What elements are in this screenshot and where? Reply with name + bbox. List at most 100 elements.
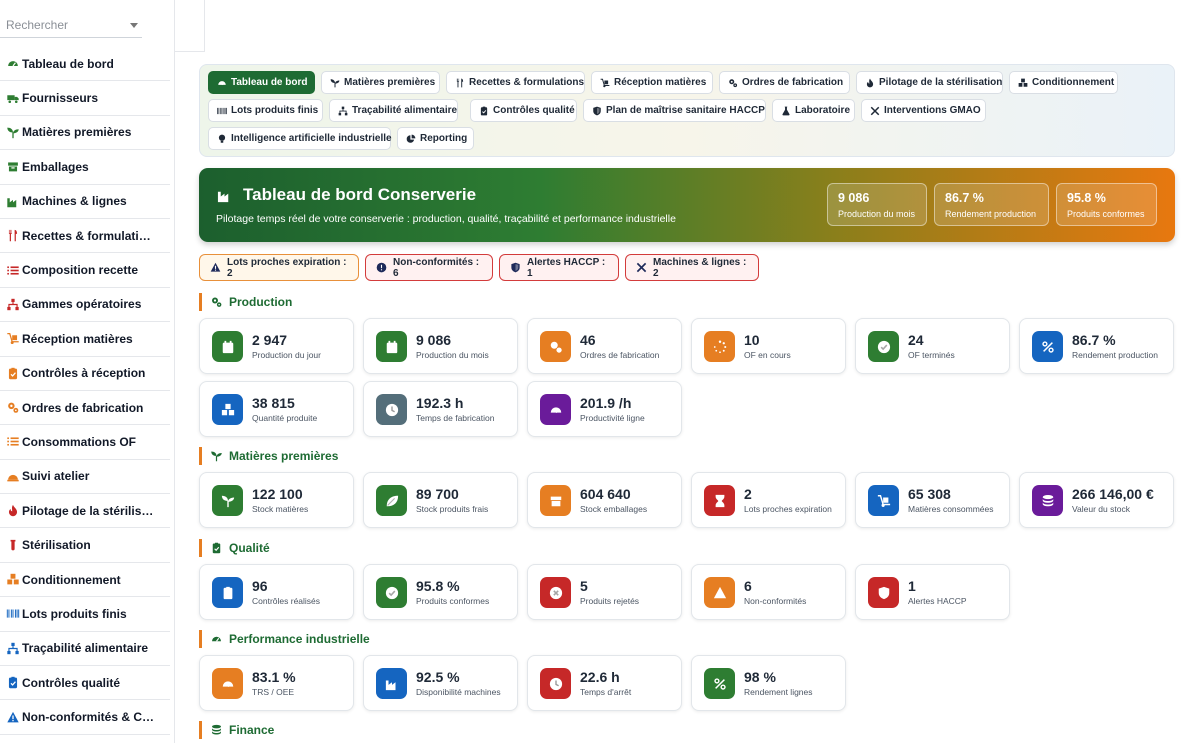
sidebar-item[interactable]: Réception matières (0, 322, 170, 357)
tab-item[interactable]: Intelligence artificielle industrielle (208, 127, 392, 150)
tab-item[interactable]: Plan de maîtrise sanitaire HACCP (583, 99, 766, 122)
kpi-value: 86.7 % (1072, 332, 1116, 348)
sidebar-item[interactable]: Machines & lignes (0, 185, 170, 219)
sidebar-item[interactable]: Ordres de fabrication (0, 391, 170, 426)
sidebar-item[interactable]: Conditionnement (0, 563, 170, 598)
flask-icon (781, 106, 795, 116)
sidebar-item-label: Tableau de bord (22, 56, 114, 71)
section-header: Finance (199, 721, 274, 739)
kpi-card[interactable]: 192.3 h Temps de fabrication (363, 381, 518, 437)
kpi-card[interactable]: 266 146,00 € Valeur du stock (1019, 472, 1174, 528)
kpi-card[interactable]: 5 Produits rejetés (527, 564, 682, 620)
sidebar-item[interactable]: Traçabilité alimentaire (0, 632, 170, 667)
tab-item[interactable]: Conditionnement (1009, 71, 1118, 94)
kpi-card[interactable]: 96 Contrôles réalisés (199, 564, 354, 620)
tab-item[interactable]: Matières premières (321, 71, 440, 94)
kpi-card[interactable]: 6 Non-conformités (691, 564, 846, 620)
tab-label: Traçabilité alimentaire (352, 105, 458, 116)
kpi-card[interactable]: 95.8 % Produits conformes (363, 564, 518, 620)
check-circle-icon (376, 577, 407, 608)
kpi-card[interactable]: 1 Alertes HACCP (855, 564, 1010, 620)
tab-item[interactable]: Ordres de fabrication (719, 71, 850, 94)
sidebar-item[interactable]: Contrôles qualité (0, 666, 170, 701)
kpi-card[interactable]: 9 086 Production du mois (363, 318, 518, 374)
alert-badge[interactable]: Machines & lignes : 2 (625, 254, 759, 281)
kpi-card[interactable]: 2 947 Production du jour (199, 318, 354, 374)
kpi-label: Disponibilité machines (416, 687, 501, 697)
kpi-card[interactable]: 92.5 % Disponibilité machines (363, 655, 518, 711)
box-icon (540, 485, 571, 516)
kpi-card[interactable]: 46 Ordres de fabrication (527, 318, 682, 374)
tab-item[interactable]: Interventions GMAO (861, 99, 986, 122)
clipboard-check-icon (6, 676, 22, 689)
sidebar-item[interactable]: Gammes opératoires (0, 288, 170, 323)
kpi-label: Production du mois (416, 350, 489, 360)
sidebar-item[interactable]: Pilotage de la stérilis… (0, 494, 170, 529)
barcode-icon (217, 106, 231, 116)
section-title: Production (229, 295, 293, 309)
kpi-card[interactable]: 201.9 /h Productivité ligne (527, 381, 682, 437)
barcode-icon (6, 607, 22, 620)
tab-label: Recettes & formulations (469, 77, 585, 88)
tab-item[interactable]: Reporting (397, 127, 474, 150)
kpi-card[interactable]: 604 640 Stock emballages (527, 472, 682, 528)
sidebar-item[interactable]: Contrôles à réception (0, 357, 170, 391)
tab-item[interactable]: Traçabilité alimentaire (329, 99, 458, 122)
kpi-card[interactable]: 22.6 h Temps d'arrêt (527, 655, 682, 711)
industry-icon (376, 668, 407, 699)
kpi-card[interactable]: 24 OF terminés (855, 318, 1010, 374)
kpi-label: Valeur du stock (1072, 504, 1130, 514)
kpi-card[interactable]: 86.7 % Rendement production (1019, 318, 1174, 374)
sidebar-item[interactable]: Lots produits finis (0, 597, 170, 632)
seedling-icon (6, 126, 22, 139)
sidebar-nav: Tableau de bord Fournisseurs Matières prem… (0, 47, 170, 735)
kpi-card[interactable]: 2 Lots proches expiration (691, 472, 846, 528)
calendar-icon (212, 331, 243, 362)
sidebar-item[interactable]: Tableau de bord (0, 47, 170, 82)
sidebar-item[interactable]: Composition recette (0, 253, 170, 288)
sidebar-item-label: Suivi atelier (22, 469, 90, 484)
tab-item[interactable]: Contrôles qualité (470, 99, 577, 122)
alert-badge[interactable]: Alertes HACCP : 1 (499, 254, 619, 281)
sidebar-item[interactable]: Fournisseurs (0, 81, 170, 116)
alert-badge[interactable]: Non-conformités : 6 (365, 254, 493, 281)
alert-label: Lots proches expiration : 2 (227, 256, 347, 279)
section-header: Performance industrielle (199, 630, 370, 648)
kpi-value: 92.5 % (416, 669, 460, 685)
sidebar-item[interactable]: Stérilisation (0, 528, 170, 563)
kpi-label: TRS / OEE (252, 687, 295, 697)
section-title: Performance industrielle (229, 632, 370, 646)
tab-item[interactable]: Tableau de bord (208, 71, 315, 94)
kpi-card[interactable]: 38 815 Quantité produite (199, 381, 354, 437)
sidebar-item[interactable]: Suivi atelier (0, 460, 170, 495)
sidebar-item-label: Gammes opératoires (22, 297, 142, 312)
sidebar-item-label: Stérilisation (22, 538, 91, 553)
kpi-card[interactable]: 89 700 Stock produits frais (363, 472, 518, 528)
tab-item[interactable]: Lots produits finis (208, 99, 323, 122)
tab-item[interactable]: Laboratoire (772, 99, 855, 122)
kpi-value: 1 (908, 578, 916, 594)
sidebar-item[interactable]: Recettes & formulati… (0, 219, 170, 254)
tab-item[interactable]: Réception matières (591, 71, 713, 94)
banner-stat: 86.7 % Rendement production (934, 183, 1049, 226)
sidebar-item[interactable]: Consommations OF (0, 425, 170, 460)
kpi-card[interactable]: 10 OF en cours (691, 318, 846, 374)
alert-badge[interactable]: Lots proches expiration : 2 (199, 254, 359, 281)
tab-item[interactable]: Pilotage de la stérilisation (856, 71, 1003, 94)
list-icon (6, 435, 22, 448)
sidebar-item-label: Contrôles à réception (22, 366, 146, 381)
kpi-card[interactable]: 83.1 % TRS / OEE (199, 655, 354, 711)
kpi-card[interactable]: 122 100 Stock matières (199, 472, 354, 528)
kpi-card[interactable]: 98 % Rendement lignes (691, 655, 846, 711)
sidebar-toggle-area (175, 0, 205, 52)
kpi-card[interactable]: 65 308 Matières consommées (855, 472, 1010, 528)
sidebar-item[interactable]: Non-conformités & C… (0, 700, 170, 735)
search-select[interactable]: Rechercher (0, 12, 142, 38)
kpi-value: 96 (252, 578, 268, 594)
sidebar-item[interactable]: Matières premières (0, 116, 170, 151)
tools-icon (870, 106, 884, 116)
tab-item[interactable]: Recettes & formulations (446, 71, 585, 94)
sidebar-item-label: Réception matières (22, 331, 133, 346)
sidebar-item[interactable]: Emballages (0, 150, 170, 185)
tab-label: Tableau de bord (231, 77, 308, 88)
